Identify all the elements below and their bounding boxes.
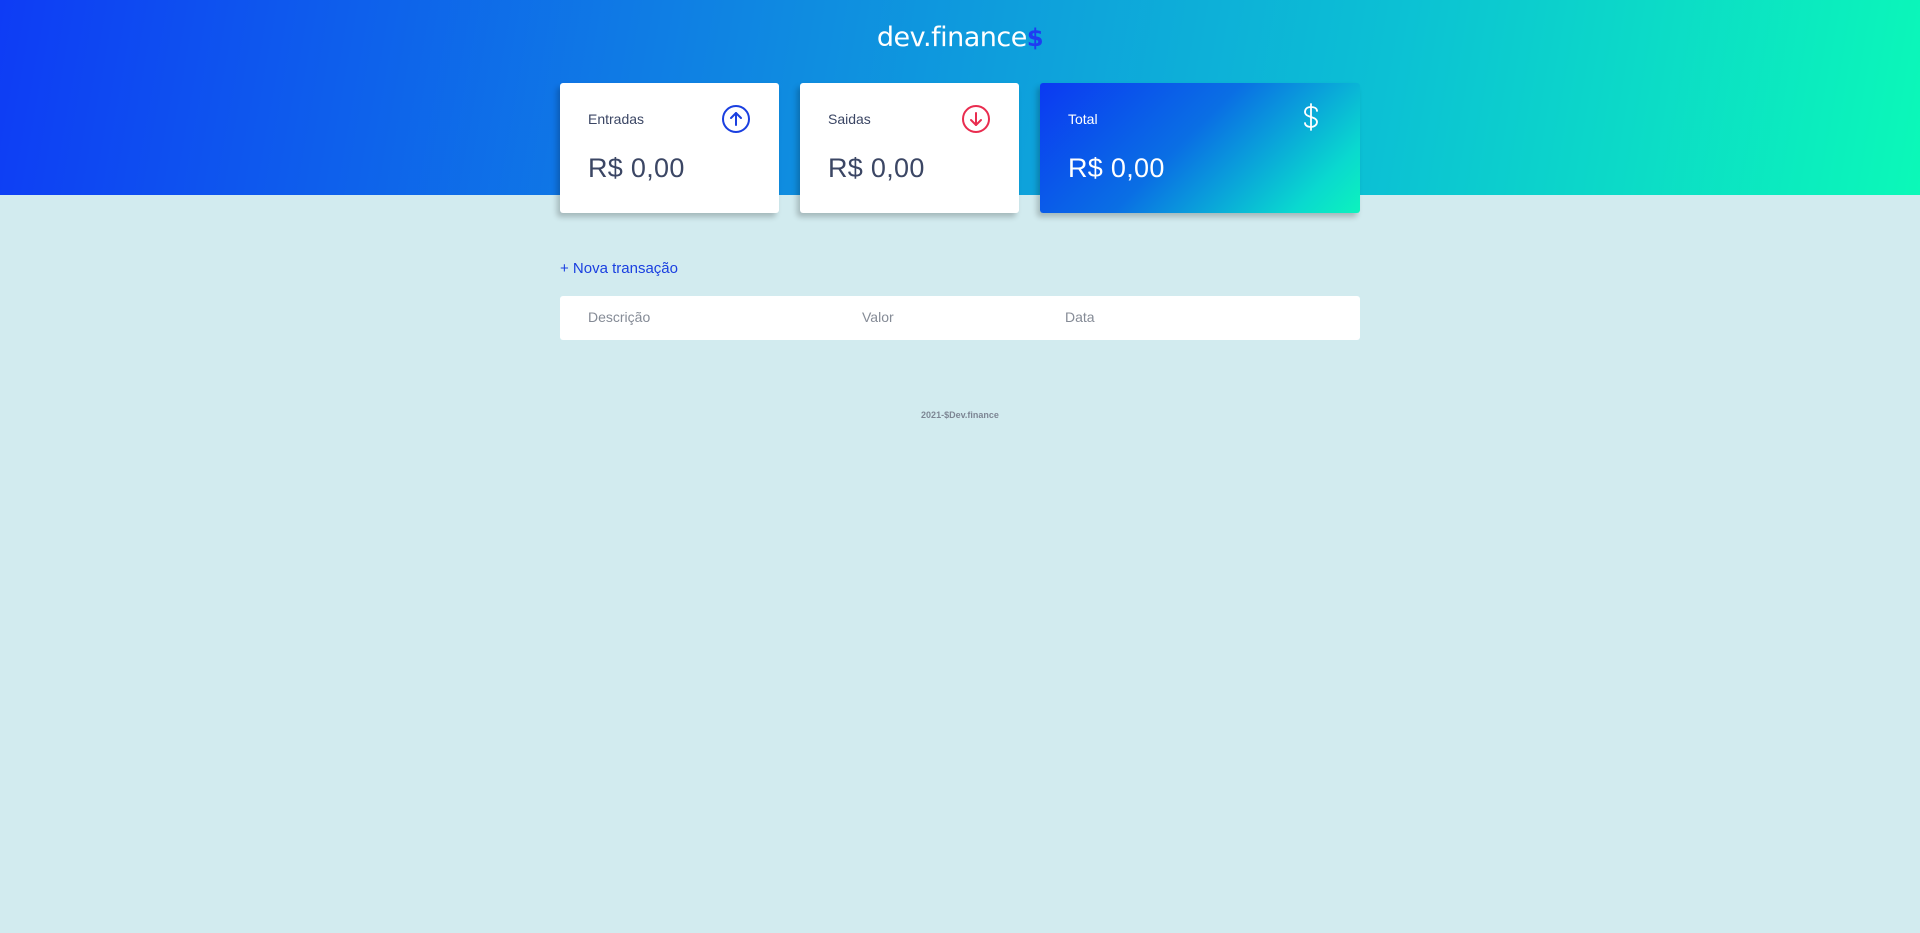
income-value: R$ 0,00: [588, 153, 685, 183]
footer-text: 2021-$Dev.finance: [921, 410, 999, 420]
column-header-date: Data: [1065, 309, 1095, 325]
logo-dollar-symbol: $: [1026, 24, 1044, 52]
expense-value: R$ 0,00: [828, 153, 925, 183]
arrow-down-circle-icon: [962, 105, 990, 133]
income-label: Entradas: [588, 111, 645, 127]
expense-label: Saidas: [828, 111, 871, 127]
column-header-description: Descrição: [588, 309, 651, 325]
total-value: R$ 0,00: [1068, 153, 1165, 183]
transactions-table: Descrição Valor Data: [560, 296, 1360, 340]
arrow-up-circle-icon: [722, 105, 750, 133]
income-card: Entradas R$ 0,00: [560, 83, 779, 213]
app-logo: dev.finance$: [0, 22, 1920, 53]
column-header-value: Valor: [862, 309, 894, 325]
logo-text: dev.finance: [876, 22, 1027, 53]
dollar-icon: [1304, 103, 1318, 131]
total-card: Total R$ 0,00: [1040, 83, 1360, 213]
new-transaction-link[interactable]: + Nova transação: [560, 260, 678, 277]
expense-card: Saidas R$ 0,00: [800, 83, 1019, 213]
total-label: Total: [1068, 111, 1098, 127]
